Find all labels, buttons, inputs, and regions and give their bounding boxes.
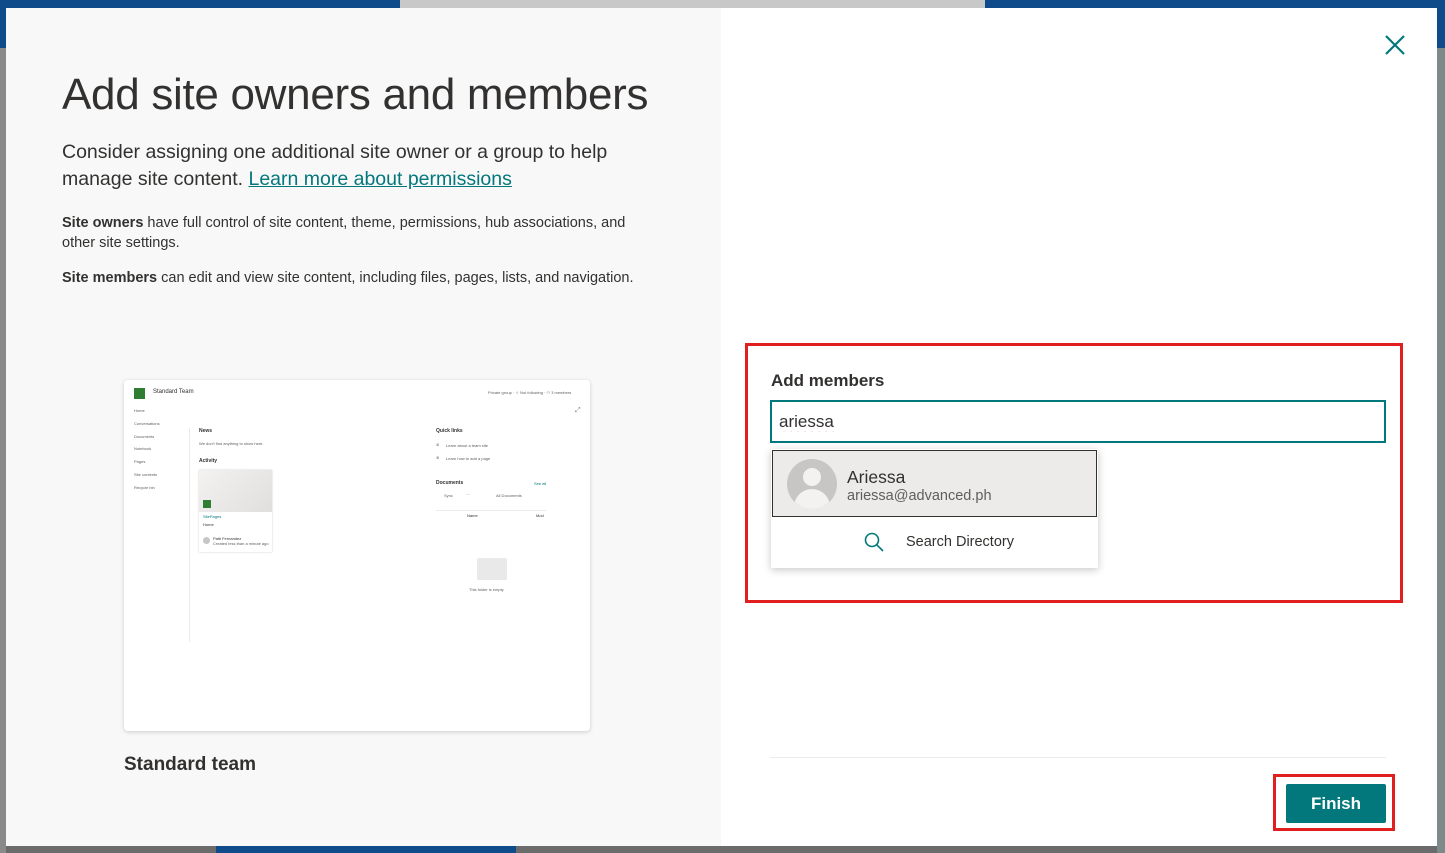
owners-label: Site owners: [62, 215, 144, 231]
preview-more: ···: [466, 492, 470, 497]
close-icon: [1385, 35, 1405, 55]
preview-activity-heading: Activity: [199, 458, 218, 464]
preview-all-documents: All Documents: [496, 493, 522, 498]
preview-divider: [189, 428, 190, 642]
preview-nav-item: Home: [134, 408, 145, 413]
members-desc: can edit and view site content, includin…: [157, 270, 634, 286]
search-icon: [864, 532, 884, 552]
suggestion-email: ariessa@advanced.ph: [847, 488, 992, 504]
preview-nav-item: Conversations: [134, 420, 160, 426]
quick-link-icon: ⊜: [436, 442, 440, 447]
search-directory-label: Search Directory: [906, 534, 1014, 550]
quick-link-icon: ⊜: [436, 455, 440, 460]
avatar: [787, 459, 837, 509]
add-members-field[interactable]: [770, 400, 1386, 443]
activity-avatar: [203, 537, 210, 544]
preview-site-name: Standard Team: [153, 389, 194, 395]
members-description: Site members can edit and view site cont…: [62, 268, 662, 288]
dialog-title: Add site owners and members: [62, 70, 649, 119]
footer-divider: [770, 757, 1386, 758]
preview-empty-folder: This folder is empty: [469, 587, 504, 592]
preview-site-logo: [134, 388, 145, 399]
site-template-preview: Standard Team Private group · ☆ Not foll…: [124, 380, 590, 731]
preview-nav-item: Notebook: [134, 446, 152, 452]
owners-desc: have full control of site content, theme…: [62, 215, 626, 251]
background-right-edge: [1437, 48, 1445, 853]
background-bottom-edge: [216, 846, 516, 853]
suggestion-item[interactable]: Ariessa ariessa@advanced.ph: [772, 450, 1097, 517]
background-search-bar: [400, 0, 985, 8]
preview-quick-link: Learn about a team site: [446, 443, 489, 448]
intro-text: Consider assigning one additional site o…: [62, 139, 662, 193]
add-members-input[interactable]: [779, 410, 1369, 434]
members-label: Site members: [62, 270, 158, 286]
preview-news-heading: News: [199, 428, 213, 434]
preview-activity-card: SitePages Home Patti Fernandez Created l…: [199, 470, 272, 552]
preview-news-empty: We don't find anything to show here.: [199, 441, 264, 446]
activity-file: SitePages: [203, 514, 222, 519]
preview-sync: Sync: [444, 493, 453, 498]
preview-nav-item: Recycle bin: [134, 484, 155, 490]
expand-icon: ⤢: [575, 407, 581, 414]
preview-nav-item: Site contents: [134, 471, 158, 477]
activity-subtitle: Home: [203, 522, 214, 527]
preview-col-name: Name: [467, 513, 478, 518]
preview-nav-item: Documents: [134, 433, 155, 439]
activity-time: Created less than a minute ago: [213, 541, 269, 546]
close-button[interactable]: [1383, 33, 1407, 57]
preview-nav-item: Pages: [134, 459, 146, 465]
preview-documents-heading: Documents: [436, 480, 464, 486]
suggestion-name: Ariessa: [847, 467, 906, 487]
finish-button[interactable]: Finish: [1286, 784, 1386, 823]
learn-more-link[interactable]: Learn more about permissions: [248, 168, 511, 190]
add-members-label: Add members: [771, 371, 885, 390]
preview-quick-links-heading: Quick links: [436, 428, 463, 434]
empty-folder-icon: [477, 558, 507, 580]
preview-col-modified: Mod: [536, 513, 544, 518]
people-picker-dropdown: Ariessa ariessa@advanced.ph Search Direc…: [771, 449, 1098, 568]
activity-file-icon: [203, 500, 211, 508]
search-directory-button[interactable]: Search Directory: [772, 518, 1097, 567]
preview-quick-link: Learn how to add a page: [446, 456, 491, 461]
template-caption: Standard team: [124, 754, 256, 775]
preview-see-all: See all: [534, 481, 547, 486]
preview-doc-divider: [436, 510, 546, 511]
preview-header-info: Private group · ☆ Not following · ⚇ 3 me…: [488, 390, 572, 395]
preview-nav: Home Conversations Documents Notebook Pa…: [134, 408, 190, 498]
owners-description: Site owners have full control of site co…: [62, 213, 662, 253]
